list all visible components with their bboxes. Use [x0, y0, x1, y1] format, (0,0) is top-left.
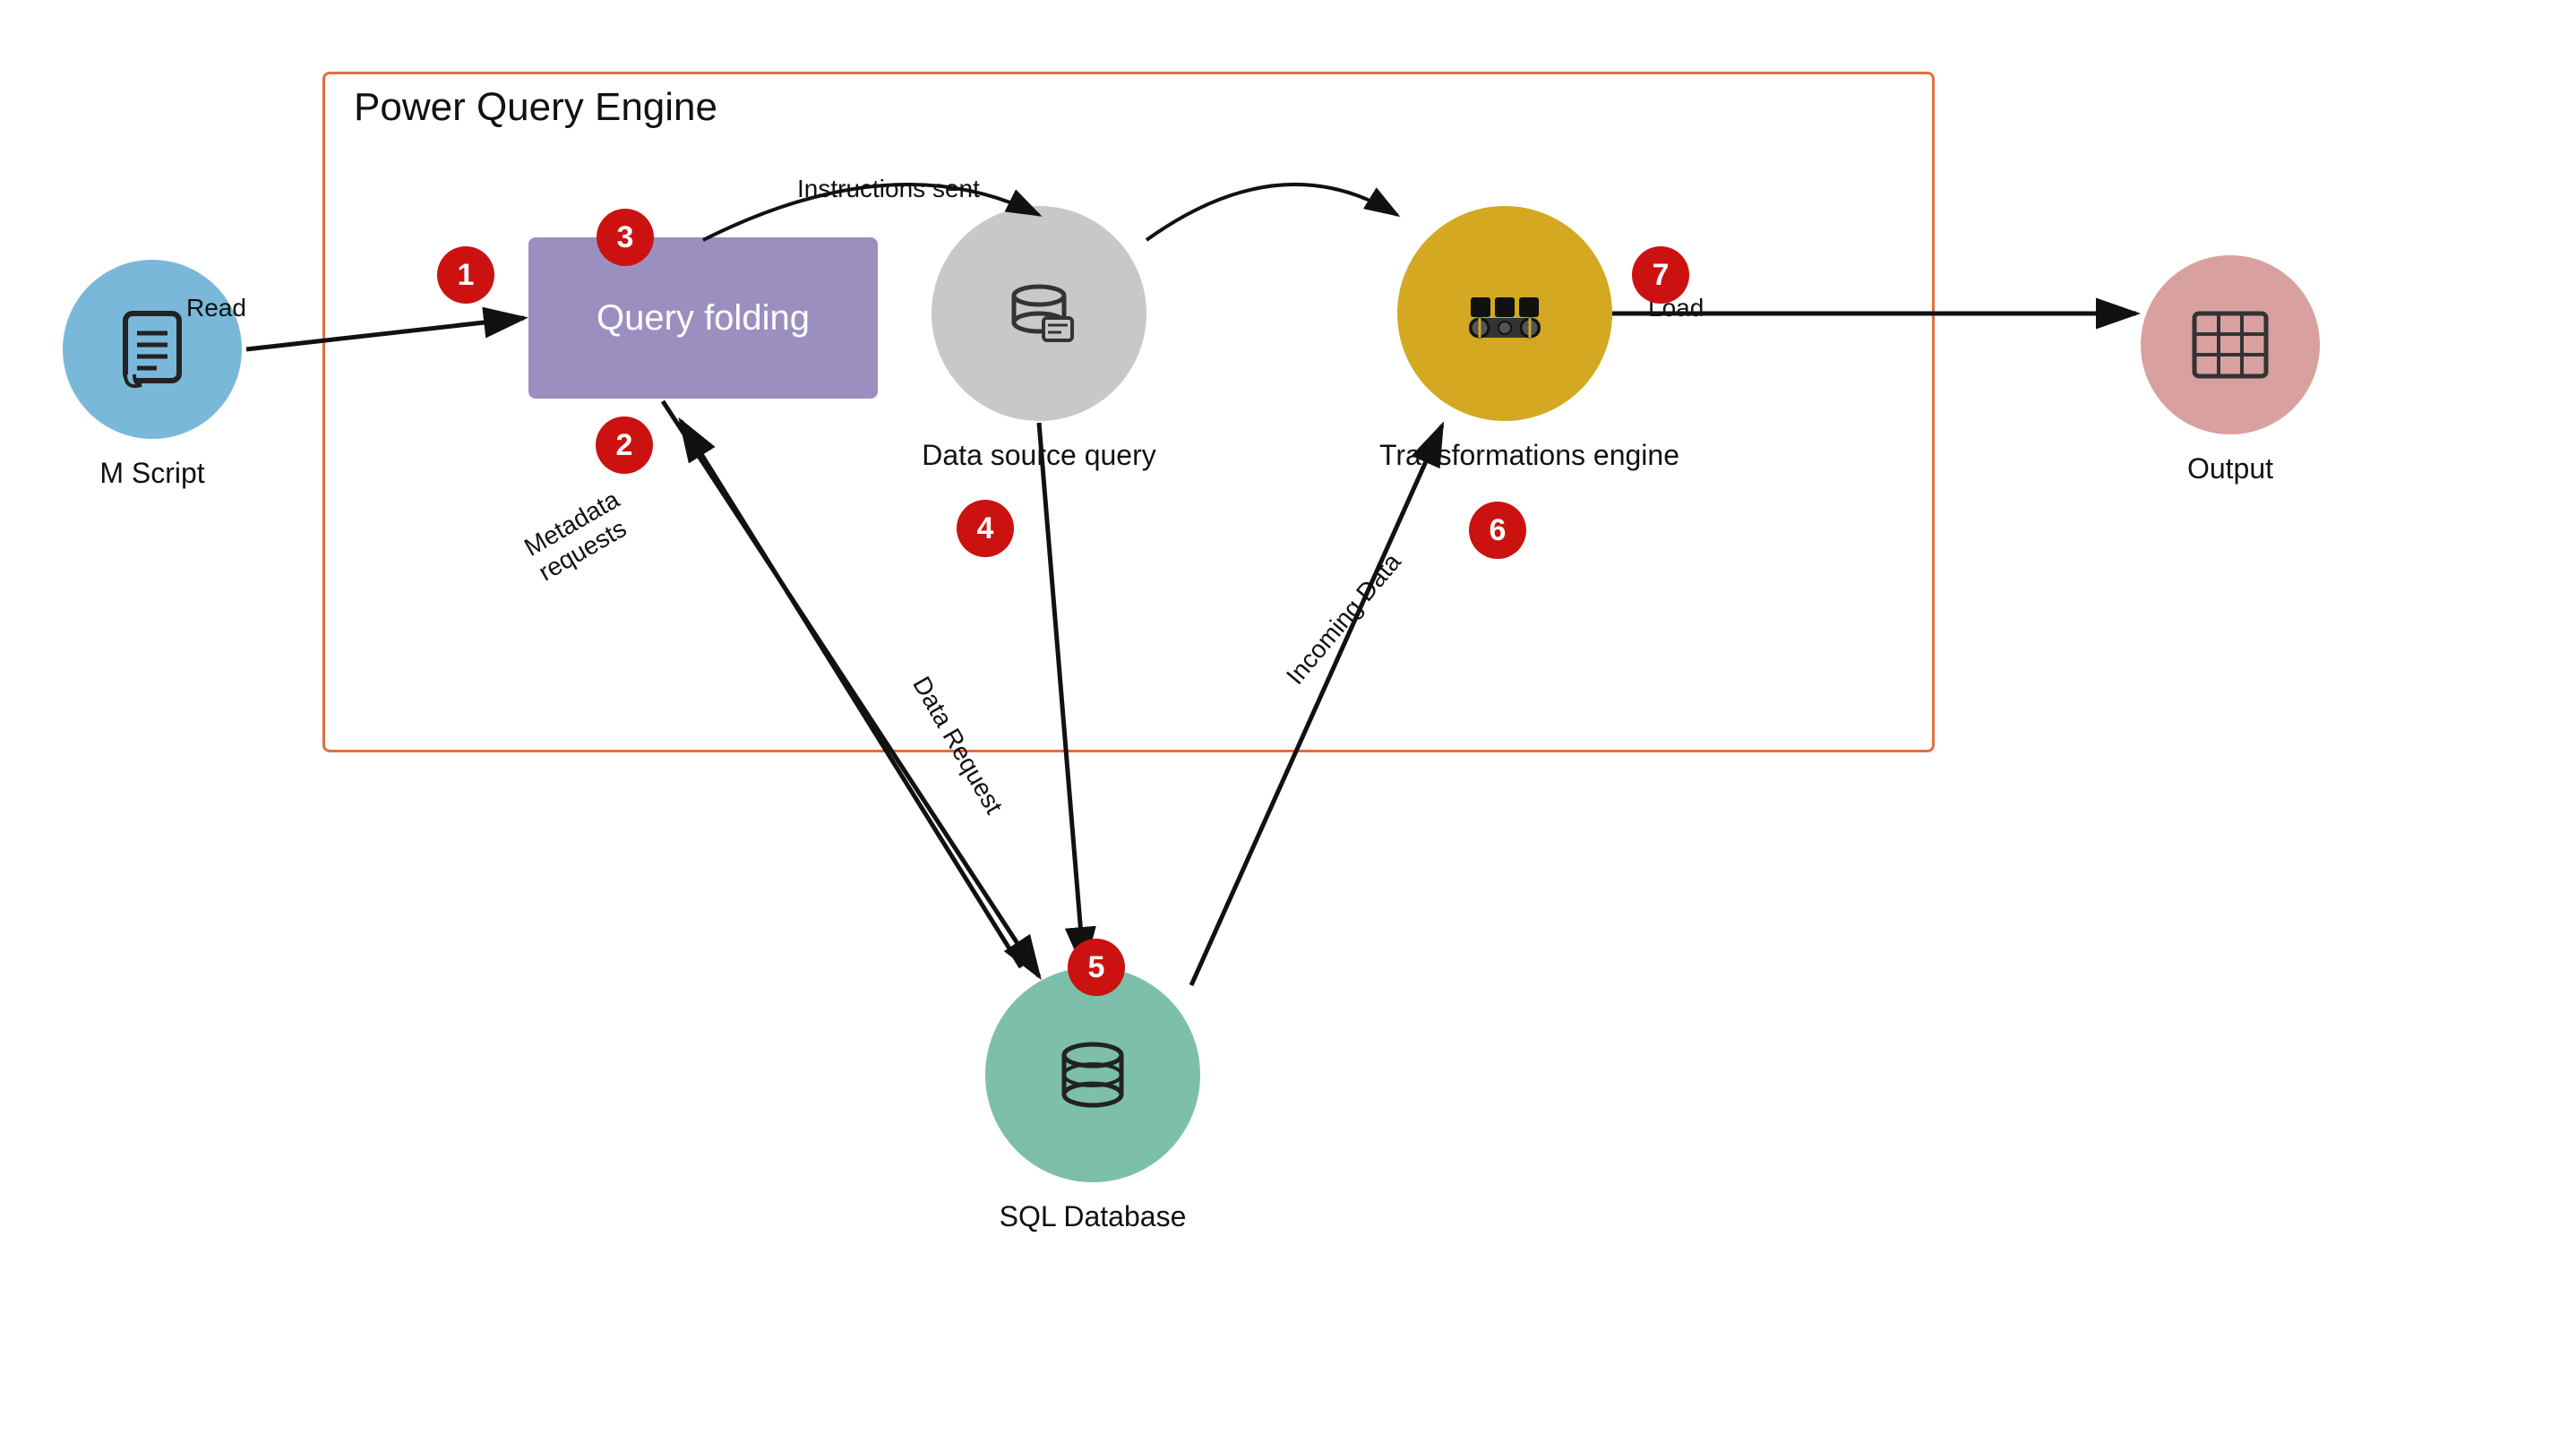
badge-1: 1 — [437, 246, 494, 304]
pqe-title: Power Query Engine — [354, 85, 717, 130]
transformations-engine-icon — [1460, 269, 1550, 358]
badge-7: 7 — [1632, 246, 1689, 304]
badge-3: 3 — [597, 209, 654, 266]
read-arrow-label: Read — [186, 294, 246, 322]
badge-6: 6 — [1469, 502, 1526, 559]
data-source-query-circle — [932, 206, 1146, 421]
m-script-icon — [107, 305, 197, 394]
output-circle — [2141, 255, 2320, 434]
badge-4: 4 — [957, 500, 1014, 557]
output-icon — [2185, 300, 2275, 390]
query-folding-box: Query folding — [528, 237, 878, 399]
sql-database-circle — [985, 967, 1200, 1182]
diagram-container: Power Query Engine M Script Query foldin… — [0, 0, 2576, 1451]
m-script-circle — [63, 260, 242, 439]
query-folding-label: Query folding — [597, 298, 810, 339]
instructions-sent-label: Instructions sent — [797, 175, 980, 203]
sql-database-label: SQL Database — [967, 1200, 1218, 1233]
badge-5: 5 — [1068, 939, 1125, 996]
sql-database-icon — [1048, 1030, 1138, 1120]
pqe-box — [322, 72, 1935, 752]
output-label: Output — [2132, 452, 2329, 485]
data-source-query-icon — [994, 269, 1084, 358]
badge-2: 2 — [596, 416, 653, 474]
transformations-engine-label: Transformations engine — [1379, 439, 1630, 472]
m-script-label: M Script — [63, 457, 242, 490]
data-source-query-label: Data source query — [914, 439, 1164, 472]
transformations-engine-circle — [1397, 206, 1612, 421]
